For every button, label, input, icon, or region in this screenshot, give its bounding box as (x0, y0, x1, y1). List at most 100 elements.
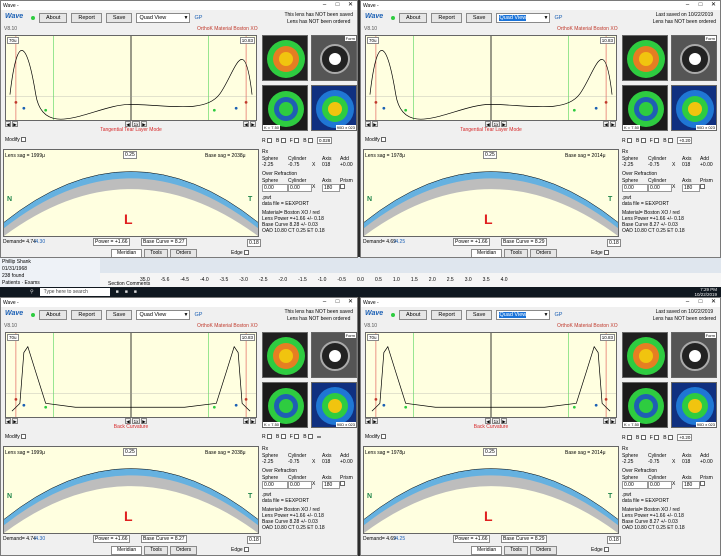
center-thickness[interactable]: 0.25 (123, 151, 137, 159)
tab-meridian[interactable]: Meridian (111, 546, 143, 555)
radio-f[interactable]: F (290, 434, 300, 440)
radio-b2[interactable]: B (303, 138, 313, 144)
view-select[interactable]: Quad View ▼ (136, 310, 191, 320)
report-button[interactable]: Report (71, 13, 102, 23)
modify-checkbox[interactable]: Modify (365, 137, 387, 143)
tab-tools[interactable]: Tools (144, 546, 168, 555)
view-select[interactable]: Quad View ▼ (496, 13, 551, 23)
tab-orders[interactable]: Orders (529, 249, 558, 257)
close-button[interactable]: ✕ (707, 298, 720, 307)
over-values[interactable]: 0.00 0.00 X 180 (622, 481, 718, 489)
report-button[interactable]: Report (71, 310, 102, 320)
radio-b[interactable]: B (636, 138, 646, 144)
patients-tab[interactable]: Patients (2, 280, 20, 286)
about-button[interactable]: About (39, 13, 68, 23)
tab-orders[interactable]: Orders (169, 546, 198, 555)
graph-scale-box[interactable]: 70u (7, 37, 19, 44)
tear-layer-graph[interactable]: 70u 10.83 (365, 35, 617, 121)
over-values[interactable]: 0.00 0.00 X 180 (262, 184, 357, 192)
view-select[interactable]: Quad View ▼ (136, 13, 191, 23)
app-icon[interactable]: ■ (116, 289, 119, 295)
radio-b[interactable]: B (276, 434, 286, 440)
exams-tab[interactable]: Exams (25, 280, 40, 286)
patient-name[interactable]: Phillip Shank (2, 259, 98, 266)
about-button[interactable]: About (399, 310, 428, 320)
center-thickness[interactable]: 0.25 (483, 151, 497, 159)
map-fluorescein[interactable] (622, 332, 668, 378)
center-thickness[interactable]: 0.25 (123, 448, 137, 456)
modify-checkbox[interactable]: Modify (5, 434, 27, 440)
rx-values[interactable]: -2.25 -0.75 X 018 +0.00 (622, 162, 718, 168)
b-value[interactable] (316, 436, 321, 438)
base-curve-box[interactable]: Base Curve = 8.29 (501, 535, 547, 543)
rx-values[interactable]: -2.25 -0.75 X 018 +0.00 (622, 459, 718, 465)
map-form[interactable]: Form (311, 332, 357, 378)
maximize-button[interactable]: □ (694, 1, 707, 10)
title-bar[interactable]: Wave - – □ ✕ (361, 1, 720, 10)
tab-meridian[interactable]: Meridian (471, 546, 503, 555)
base-curve-box[interactable]: Base Curve = 8.29 (501, 238, 547, 246)
radio-r[interactable]: R (622, 435, 633, 441)
edge-checkbox[interactable]: Edge (231, 250, 250, 256)
app-icon[interactable]: ■ (134, 289, 137, 295)
tab-tools[interactable]: Tools (504, 546, 528, 555)
graph-diameter-box[interactable]: 10.83 (239, 37, 255, 44)
power-box[interactable]: Power = +1.66 (453, 238, 490, 246)
save-button[interactable]: Save (465, 13, 493, 23)
radio-r[interactable]: R (262, 434, 273, 440)
minimize-button[interactable]: – (681, 1, 694, 10)
map-axial[interactable]: K = 7.50 (622, 85, 668, 131)
over-values[interactable]: 0.00 0.00 X 180 (622, 184, 718, 192)
map-form[interactable]: Form (311, 35, 357, 81)
radio-b[interactable]: B (276, 138, 286, 144)
tear-layer-graph[interactable]: 70u 10.83 (5, 35, 257, 121)
app-icon[interactable]: ■ (125, 289, 128, 295)
map-axial[interactable]: K = 7.50 (262, 382, 308, 428)
radio-r[interactable]: R (622, 138, 633, 144)
close-button[interactable]: ✕ (344, 1, 357, 10)
modify-checkbox[interactable]: Modify (365, 434, 387, 440)
tab-orders[interactable]: Orders (169, 249, 198, 257)
rx-values[interactable]: -2.25 -0.75 X 018 +0.00 (262, 459, 357, 465)
view-select[interactable]: Quad View ▼ (496, 310, 551, 320)
power-box[interactable]: Power = +1.66 (93, 238, 130, 246)
center-thickness[interactable]: 0.25 (483, 448, 497, 456)
save-button[interactable]: Save (105, 13, 133, 23)
radio-r[interactable]: R (262, 138, 273, 144)
graph-diameter-box[interactable]: 10.83 (599, 37, 615, 44)
report-button[interactable]: Report (431, 310, 462, 320)
over-values[interactable]: 0.00 0.00 X 180 (262, 481, 357, 489)
search-icon[interactable]: ⚲ (30, 289, 34, 295)
report-button[interactable]: Report (431, 13, 462, 23)
tab-meridian[interactable]: Meridian (471, 249, 503, 257)
maximize-button[interactable]: □ (331, 1, 344, 10)
minimize-button[interactable]: – (681, 298, 694, 307)
edge-checkbox[interactable]: Edge (231, 547, 250, 553)
map-tangential[interactable]: 90D x 023 (311, 382, 357, 428)
power-box[interactable]: Power = +1.66 (453, 535, 490, 543)
maximize-button[interactable]: □ (694, 298, 707, 307)
title-bar[interactable]: Wave - – □ ✕ (1, 298, 357, 307)
radio-b2[interactable]: B (303, 434, 313, 440)
taskbar-search[interactable]: Type here to search (39, 288, 110, 296)
map-fluorescein[interactable] (262, 35, 308, 81)
map-tangential[interactable]: 90D x 023 (671, 382, 717, 428)
radio-b2[interactable]: B (663, 435, 673, 441)
minimize-button[interactable]: – (318, 1, 331, 10)
minimize-button[interactable]: – (318, 298, 331, 307)
tab-tools[interactable]: Tools (144, 249, 168, 257)
base-curve-box[interactable]: Base Curve = 8.27 (141, 238, 187, 246)
save-button[interactable]: Save (465, 310, 493, 320)
base-curve-box[interactable]: Base Curve = 8.27 (141, 535, 187, 543)
graph-diameter-box[interactable]: 10.83 (599, 334, 615, 341)
title-bar[interactable]: Wave - – □ ✕ (1, 1, 357, 10)
close-button[interactable]: ✕ (344, 298, 357, 307)
power-box[interactable]: Power = +1.66 (93, 535, 130, 543)
graph-scale-box[interactable]: 70u (367, 334, 379, 341)
modify-checkbox[interactable]: Modify (5, 137, 27, 143)
save-button[interactable]: Save (105, 310, 133, 320)
tab-orders[interactable]: Orders (529, 546, 558, 555)
map-form[interactable]: Form (671, 35, 717, 81)
graph-scale-box[interactable]: 70u (367, 37, 379, 44)
map-axial[interactable]: K = 7.50 (622, 382, 668, 428)
